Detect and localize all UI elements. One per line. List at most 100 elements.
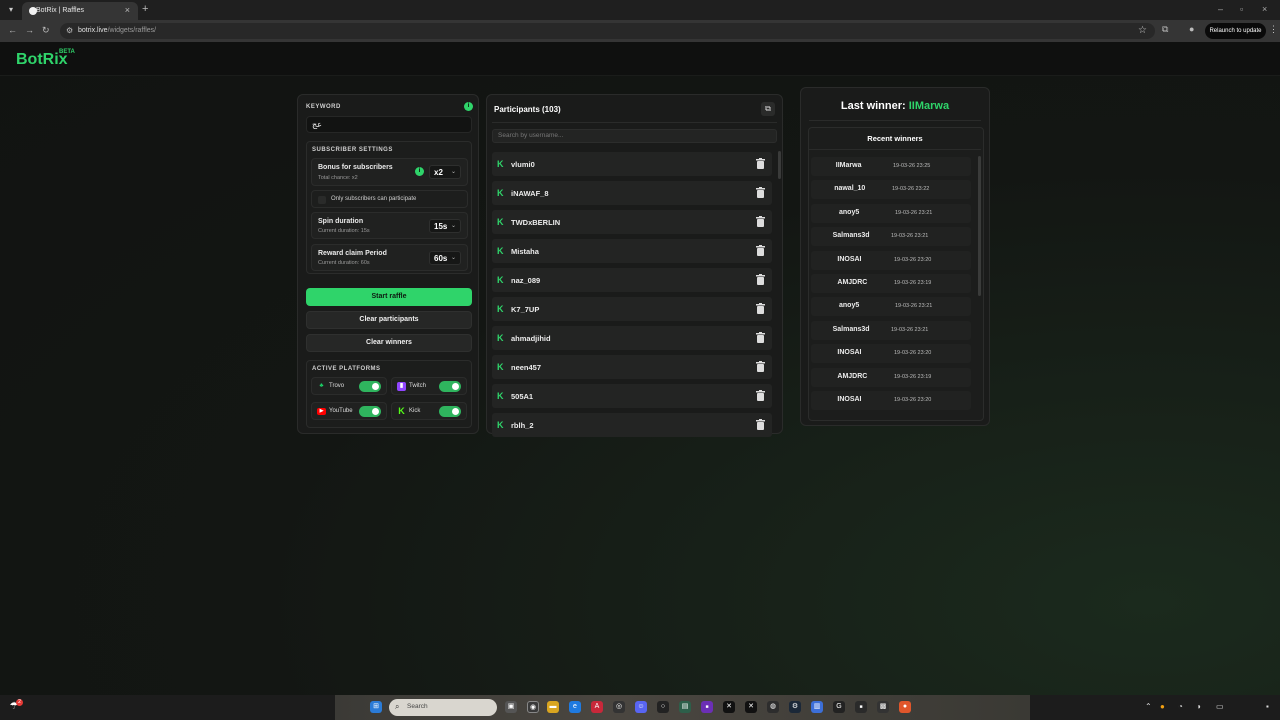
participant-search-input[interactable]: Search by username... bbox=[492, 129, 777, 143]
app-icon-orange[interactable]: ● bbox=[899, 701, 911, 713]
winners-scrollbar[interactable] bbox=[978, 156, 981, 296]
keyword-input[interactable]: عج bbox=[306, 116, 472, 133]
only-subs-setting[interactable]: Only subscribers can participate bbox=[311, 190, 468, 208]
more-menu-icon[interactable]: ⋮ bbox=[1269, 24, 1278, 35]
battery-icon[interactable]: ▭ bbox=[1216, 702, 1224, 711]
trash-icon[interactable] bbox=[756, 332, 765, 343]
participant-row: K TWDxBERLIN bbox=[492, 210, 772, 234]
only-subs-checkbox[interactable] bbox=[318, 196, 326, 204]
app-icon-purple[interactable]: ■ bbox=[701, 701, 713, 713]
profile-icon[interactable]: ● bbox=[1189, 24, 1194, 34]
kick-toggle[interactable] bbox=[439, 406, 461, 417]
trovo-toggle[interactable] bbox=[359, 381, 381, 392]
tab-close-icon[interactable]: × bbox=[125, 5, 130, 15]
forward-icon[interactable]: → bbox=[25, 25, 34, 35]
app-icon-g[interactable]: G bbox=[833, 701, 845, 713]
participant-name: TWDxBERLIN bbox=[511, 218, 561, 227]
tray-chevron-icon[interactable]: ⌃ bbox=[1145, 702, 1152, 711]
winner-name: Salmans3d bbox=[832, 325, 870, 333]
winner-time: 19-03-26 23:21 bbox=[895, 303, 933, 310]
start-raffle-button[interactable]: Start raffle bbox=[306, 288, 472, 306]
claim-dropdown[interactable]: 60s ⌄ bbox=[429, 251, 461, 265]
kick-icon: K bbox=[497, 246, 504, 256]
spin-dropdown[interactable]: 15s ⌄ bbox=[429, 219, 461, 233]
kick-icon: K bbox=[398, 406, 405, 416]
relaunch-button[interactable]: Relaunch to update bbox=[1205, 23, 1266, 39]
notepad-icon[interactable]: ▥ bbox=[811, 701, 823, 713]
windows-start-icon[interactable]: ⊞ bbox=[370, 701, 382, 713]
steam-icon[interactable]: ⚙ bbox=[789, 701, 801, 713]
notifications-icon[interactable]: ▪ bbox=[1266, 702, 1269, 711]
wifi-icon[interactable]: ◔ bbox=[1178, 702, 1183, 711]
bonus-info-icon[interactable]: i bbox=[415, 167, 424, 176]
epic-games-icon[interactable]: ■ bbox=[855, 701, 867, 713]
chevron-down-icon: ⌄ bbox=[450, 223, 456, 229]
twitch-toggle[interactable] bbox=[439, 381, 461, 392]
bonus-dropdown[interactable]: x2 ⌄ bbox=[429, 165, 461, 179]
site-info-icon[interactable]: ⚙ bbox=[66, 26, 73, 35]
volume-icon[interactable]: ◑ bbox=[1196, 702, 1201, 711]
bookmark-star-icon[interactable]: ☆ bbox=[1138, 25, 1147, 36]
platform-youtube: ▶ YouTube bbox=[311, 402, 387, 420]
file-explorer-icon[interactable]: ▬ bbox=[547, 701, 559, 713]
subscriber-settings: SUBSCRIBER SETTINGS Bonus for subscriber… bbox=[306, 141, 472, 274]
app-icon-ring[interactable]: ◍ bbox=[767, 701, 779, 713]
task-view-icon[interactable]: ▣ bbox=[505, 701, 517, 713]
copy-icon[interactable]: ⧉ bbox=[761, 102, 775, 116]
app-icon-green[interactable]: ▤ bbox=[679, 701, 691, 713]
participant-name: K7_7UP bbox=[511, 305, 540, 314]
claim-setting: Reward claim Period Current duration: 60… bbox=[311, 244, 468, 271]
maximize-icon[interactable]: ▫ bbox=[1240, 4, 1243, 14]
trash-icon[interactable] bbox=[756, 419, 765, 430]
bonus-setting: Bonus for subscribers Total chance: x2 i… bbox=[311, 158, 468, 186]
tray-app-icon[interactable]: ● bbox=[1160, 702, 1165, 711]
clear-participants-button[interactable]: Clear participants bbox=[306, 311, 472, 329]
capcut-icon[interactable]: ✕ bbox=[723, 701, 735, 713]
taskbar-search[interactable]: ⌕ Search bbox=[389, 699, 497, 716]
discord-icon[interactable]: ☺ bbox=[635, 701, 647, 713]
app-header: BotRix BETA bbox=[0, 42, 1280, 76]
platform-twitch: ▮ Twitch bbox=[391, 377, 467, 395]
spin-label: Spin duration bbox=[318, 218, 364, 225]
winner-name: INOSAI bbox=[837, 349, 862, 357]
beta-badge: BETA bbox=[59, 49, 75, 55]
kick-icon: K bbox=[497, 188, 504, 198]
last-winner-name: IIMarwa bbox=[908, 100, 950, 112]
trash-icon[interactable] bbox=[756, 245, 765, 256]
trash-icon[interactable] bbox=[756, 390, 765, 401]
subscriber-settings-title: SUBSCRIBER SETTINGS bbox=[312, 147, 393, 153]
clear-winners-button[interactable]: Clear winners bbox=[306, 334, 472, 352]
app-icon-dark[interactable]: ▩ bbox=[877, 701, 889, 713]
tab-search-icon[interactable]: ▾ bbox=[5, 4, 17, 16]
close-window-icon[interactable]: × bbox=[1262, 4, 1267, 14]
back-icon[interactable]: ← bbox=[8, 25, 17, 35]
participant-name: ahmadjihid bbox=[511, 334, 551, 343]
edge-icon[interactable]: e bbox=[569, 701, 581, 713]
bonus-label: Bonus for subscribers bbox=[318, 164, 393, 171]
app-icon-a[interactable]: A bbox=[591, 701, 603, 713]
chrome-icon[interactable]: ◉ bbox=[527, 701, 539, 713]
participant-row: KiNAWAF_8 bbox=[492, 181, 772, 205]
extensions-icon[interactable]: ⧉ bbox=[1162, 24, 1168, 35]
trash-icon[interactable] bbox=[756, 361, 765, 372]
reload-icon[interactable]: ↻ bbox=[42, 25, 50, 36]
address-bar[interactable]: ⚙ botrix.live/widgets/raffles/ ☆ bbox=[60, 23, 1155, 39]
trash-icon[interactable] bbox=[756, 216, 765, 227]
trash-icon[interactable] bbox=[756, 158, 765, 169]
new-tab-icon[interactable]: + bbox=[142, 3, 148, 15]
spin-value: 15s bbox=[434, 222, 448, 231]
keyword-info-icon[interactable]: i bbox=[464, 102, 473, 111]
trash-icon[interactable] bbox=[756, 303, 765, 314]
minimize-icon[interactable]: – bbox=[1218, 4, 1223, 14]
recent-winners-header: Recent winners bbox=[809, 128, 981, 150]
participants-scrollbar[interactable] bbox=[778, 151, 781, 179]
chevron-down-icon: ⌄ bbox=[450, 255, 456, 261]
only-subs-label: Only subscribers can participate bbox=[331, 196, 417, 202]
trash-icon[interactable] bbox=[756, 187, 765, 198]
youtube-toggle[interactable] bbox=[359, 406, 381, 417]
obs-icon[interactable]: ◎ bbox=[613, 701, 625, 713]
app-icon-circle[interactable]: ○ bbox=[657, 701, 669, 713]
trash-icon[interactable] bbox=[756, 274, 765, 285]
browser-tab[interactable]: BotRix | Raffles × bbox=[22, 2, 138, 20]
app-icon-x[interactable]: ✕ bbox=[745, 701, 757, 713]
